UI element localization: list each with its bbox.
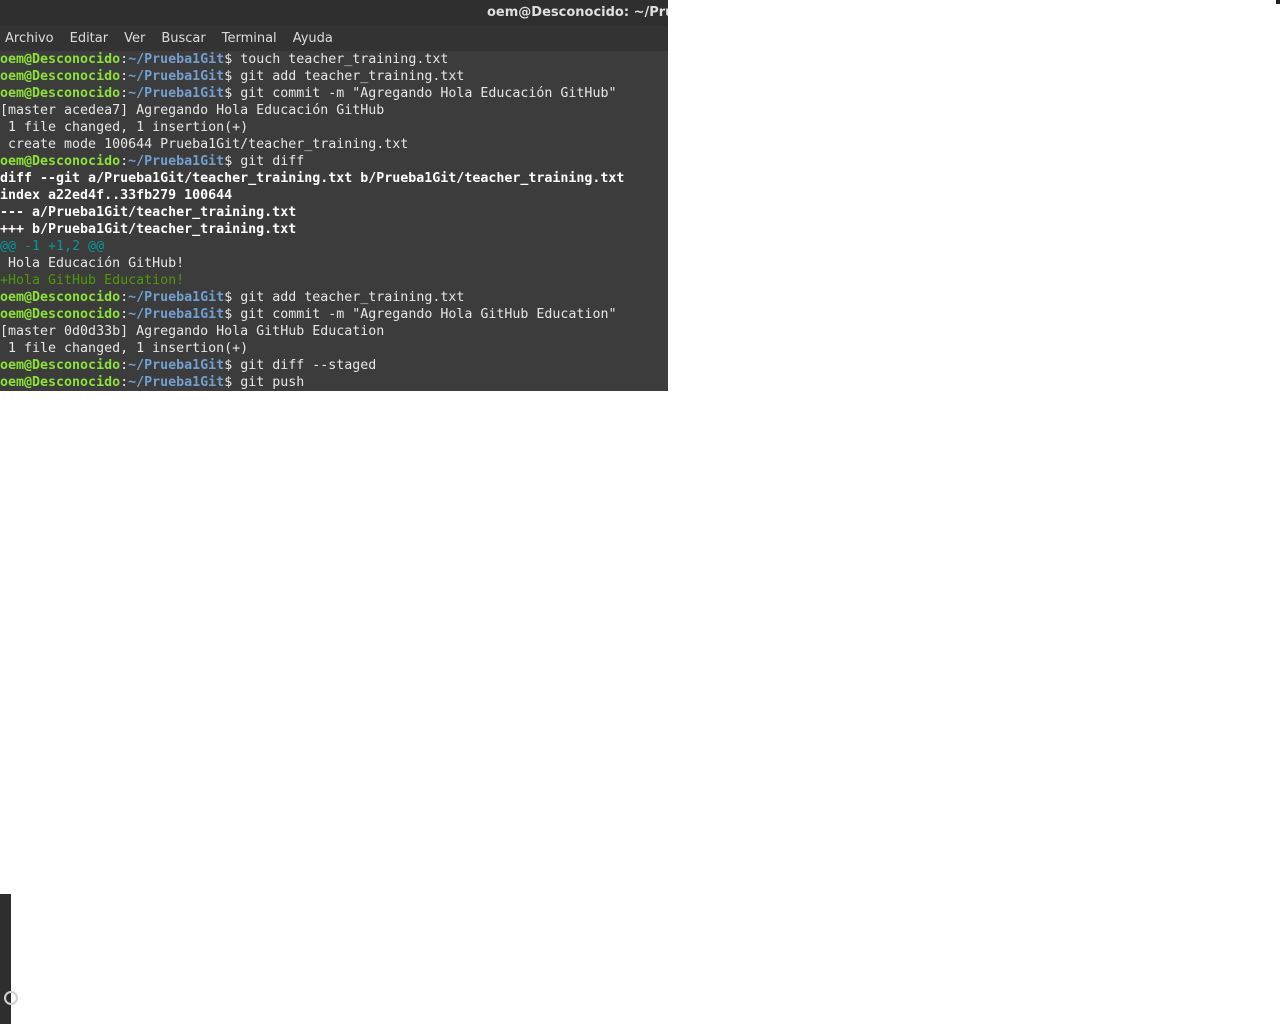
terminal-line: diff --git a/Prueba1Git/teacher_training…	[0, 171, 625, 186]
prompt-path: ~/Prueba1Git	[128, 290, 225, 305]
menu-editar[interactable]: Editar	[70, 31, 109, 46]
menu-terminal[interactable]: Terminal	[222, 31, 277, 46]
command-text: git add teacher_training.txt	[240, 69, 465, 84]
prompt-user: oem@Desconocido	[0, 52, 121, 67]
prompt-separator: :	[120, 358, 129, 373]
menu-ver[interactable]: Ver	[124, 31, 145, 46]
prompt-path: ~/Prueba1Git	[128, 69, 225, 84]
prompt-path: ~/Prueba1Git	[128, 358, 225, 373]
prompt-symbol: $	[224, 154, 241, 169]
terminal-line: create mode 100644 Prueba1Git/teacher_tr…	[0, 137, 409, 152]
terminal-line: oem@Desconocido:~/Prueba1Git$ git push	[0, 374, 668, 391]
dock-panel	[0, 894, 18, 1024]
menu-bar: Archivo Editar Ver Buscar Terminal Ayuda	[0, 26, 668, 51]
prompt-user: oem@Desconocido	[0, 69, 121, 84]
prompt-path: ~/Prueba1Git	[128, 86, 225, 101]
circle-icon[interactable]	[4, 991, 18, 1005]
prompt-path: ~/Prueba1Git	[128, 154, 225, 169]
terminal-line: [master 0d0d33b] Agregando Hola GitHub E…	[0, 324, 385, 339]
prompt-path: ~/Prueba1Git	[128, 52, 225, 67]
window-titlebar[interactable]: oem@Desconocido: ~/Prueba	[0, 0, 668, 26]
terminal-line: 1 file changed, 1 insertion(+)	[0, 341, 249, 356]
terminal-line: [master acedea7] Agregando Hola Educació…	[0, 103, 385, 118]
terminal-line: @@ -1 +1,2 @@	[0, 239, 105, 254]
command-text: touch teacher_training.txt	[240, 52, 449, 67]
prompt-separator: :	[120, 290, 129, 305]
prompt-user: oem@Desconocido	[0, 307, 121, 322]
terminal-output[interactable]: oem@Desconocido:~/Prueba1Git$ touch teac…	[0, 51, 668, 391]
terminal-line: oem@Desconocido:~/Prueba1Git$ git add te…	[0, 68, 668, 85]
terminal-line: oem@Desconocido:~/Prueba1Git$ git commit…	[0, 85, 668, 102]
prompt-separator: :	[120, 52, 129, 67]
terminal-line: --- a/Prueba1Git/teacher_training.txt	[0, 205, 297, 220]
prompt-separator: :	[120, 69, 129, 84]
prompt-user: oem@Desconocido	[0, 375, 121, 390]
terminal-line: Hola Educación GitHub!	[0, 256, 185, 271]
prompt-path: ~/Prueba1Git	[128, 307, 225, 322]
prompt-symbol: $	[224, 86, 241, 101]
menu-archivo[interactable]: Archivo	[5, 31, 54, 46]
terminal-line: oem@Desconocido:~/Prueba1Git$ git add te…	[0, 289, 668, 306]
command-text: git diff --staged	[240, 358, 377, 373]
terminal-line: +++ b/Prueba1Git/teacher_training.txt	[0, 222, 297, 237]
menu-buscar[interactable]: Buscar	[161, 31, 205, 46]
prompt-symbol: $	[224, 52, 241, 67]
terminal-line: oem@Desconocido:~/Prueba1Git$ git commit…	[0, 306, 668, 323]
prompt-path: ~/Prueba1Git	[128, 375, 225, 390]
prompt-separator: :	[120, 307, 129, 322]
terminal-window[interactable]: oem@Desconocido: ~/Prueba Archivo Editar…	[0, 0, 668, 391]
command-text: git push	[240, 375, 305, 390]
terminal-line: index a22ed4f..33fb279 100644	[0, 188, 233, 203]
terminal-line: oem@Desconocido:~/Prueba1Git$ git diff	[0, 153, 668, 170]
command-text: git add teacher_training.txt	[240, 290, 465, 305]
prompt-separator: :	[120, 154, 129, 169]
prompt-symbol: $	[224, 358, 241, 373]
prompt-user: oem@Desconocido	[0, 86, 121, 101]
command-text: git commit -m "Agregando Hola GitHub Edu…	[240, 307, 617, 322]
prompt-symbol: $	[224, 290, 241, 305]
prompt-user: oem@Desconocido	[0, 358, 121, 373]
prompt-separator: :	[120, 375, 129, 390]
prompt-user: oem@Desconocido	[0, 154, 121, 169]
terminal-line: 1 file changed, 1 insertion(+)	[0, 120, 249, 135]
terminal-line: +Hola GitHub Education!	[0, 273, 185, 288]
terminal-line: oem@Desconocido:~/Prueba1Git$ git diff -…	[0, 357, 668, 374]
window-title: oem@Desconocido: ~/Prueba	[487, 5, 668, 20]
terminal-line: oem@Desconocido:~/Prueba1Git$ touch teac…	[0, 51, 668, 68]
corner-marker	[1276, 0, 1280, 4]
prompt-symbol: $	[224, 69, 241, 84]
command-text: git commit -m "Agregando Hola Educación …	[240, 86, 617, 101]
prompt-separator: :	[120, 86, 129, 101]
prompt-symbol: $	[224, 375, 241, 390]
menu-ayuda[interactable]: Ayuda	[293, 31, 333, 46]
command-text: git diff	[240, 154, 305, 169]
prompt-user: oem@Desconocido	[0, 290, 121, 305]
prompt-symbol: $	[224, 307, 241, 322]
